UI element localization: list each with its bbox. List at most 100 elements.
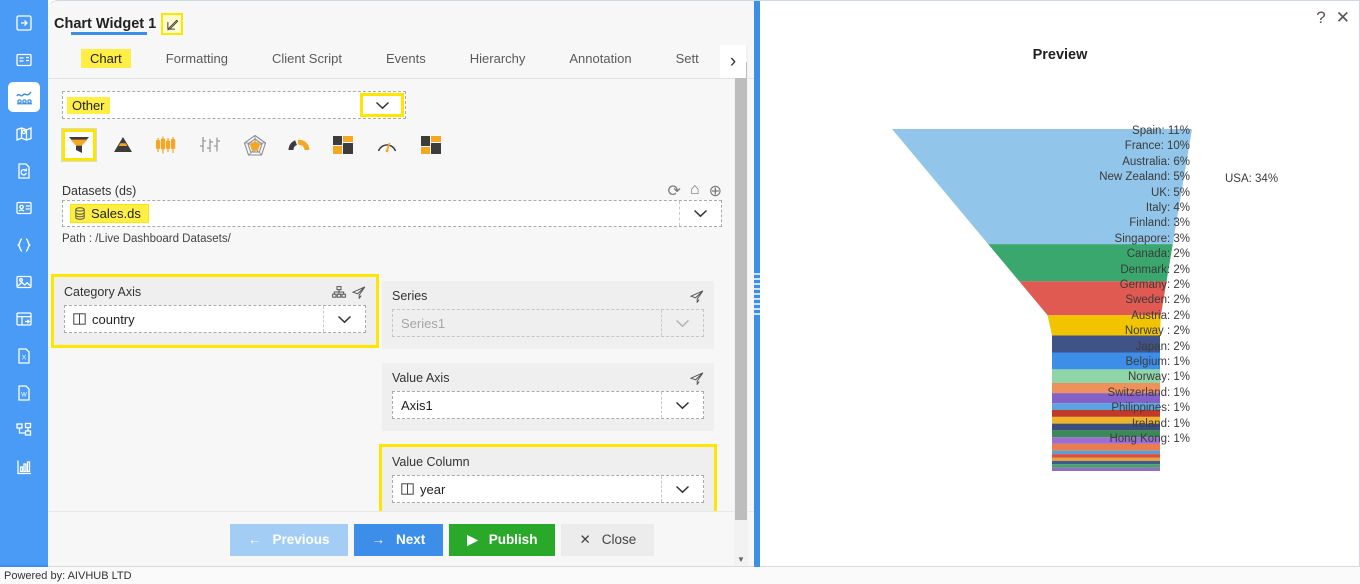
- line-chart-icon[interactable]: [8, 82, 40, 112]
- radar-chart-icon[interactable]: [238, 129, 272, 161]
- value-column-value: year: [420, 481, 446, 497]
- edit-title-button[interactable]: [161, 13, 184, 35]
- pane-splitter[interactable]: [754, 1, 760, 567]
- svg-text:X: X: [22, 354, 27, 361]
- chevron-down-icon: [675, 319, 690, 327]
- home-icon[interactable]: ⌂: [690, 181, 700, 201]
- excel-file-icon[interactable]: X: [8, 341, 40, 371]
- map-icon[interactable]: [8, 119, 40, 149]
- grid-table-icon[interactable]: [8, 304, 40, 334]
- category-axis-select[interactable]: country: [64, 305, 366, 333]
- tabs-scroll-right-button[interactable]: ›: [720, 45, 746, 78]
- send-icon[interactable]: [352, 285, 366, 299]
- send-icon[interactable]: [690, 371, 704, 385]
- tab-hierarchy[interactable]: Hierarchy: [448, 45, 548, 74]
- dataset-dropdown-button[interactable]: [679, 201, 721, 226]
- next-button[interactable]: → Next: [353, 523, 444, 556]
- datasets-label: Datasets (ds): [62, 184, 137, 198]
- scroll-down-arrow[interactable]: ▼: [734, 552, 748, 566]
- chart-category-combo[interactable]: Other: [62, 91, 406, 119]
- column-icon: [401, 483, 414, 495]
- funnel-segment: [1052, 464, 1160, 468]
- tilemap-chart-icon[interactable]: [414, 129, 448, 161]
- candlestick-chart-icon[interactable]: [150, 129, 184, 161]
- send-icon[interactable]: [690, 289, 704, 303]
- series-label: Series: [392, 289, 428, 303]
- value-column-select[interactable]: year: [392, 475, 704, 503]
- value-axis-select[interactable]: Axis1: [392, 391, 704, 419]
- splitter-grip[interactable]: [754, 273, 760, 317]
- series-select[interactable]: Series1: [392, 309, 704, 337]
- close-button-label: Close: [601, 532, 637, 547]
- pyramid-chart-icon[interactable]: [106, 129, 140, 161]
- treemap-chart-icon[interactable]: [326, 129, 360, 161]
- chart-type-strip: [62, 129, 448, 161]
- funnel-segment: [1052, 460, 1160, 465]
- funnel-segment-label: UK: 5%: [1151, 186, 1190, 199]
- funnel-segment-label: Switzerland: 1%: [1107, 386, 1190, 399]
- funnel-chart-icon[interactable]: [62, 129, 96, 161]
- tab-formatting[interactable]: Formatting: [144, 45, 250, 74]
- previous-button-label: Previous: [272, 532, 330, 547]
- help-icon[interactable]: ?: [1316, 9, 1325, 26]
- tab-bar: Chart Formatting Client Script Events Hi…: [48, 45, 760, 79]
- left-icon-rail: X W: [0, 0, 48, 568]
- funnel-segment-label: Italy: 4%: [1145, 202, 1190, 214]
- ohlc-chart-icon[interactable]: [194, 129, 228, 161]
- tab-annotation[interactable]: Annotation: [547, 45, 653, 74]
- funnel-segment: [1052, 450, 1160, 455]
- refresh-icon[interactable]: ⟳: [668, 181, 681, 201]
- category-axis-value: country: [92, 311, 135, 327]
- value-column-dropdown-button[interactable]: [661, 476, 703, 502]
- semi-gauge-chart-icon[interactable]: [282, 129, 316, 161]
- dataset-value: Sales.ds: [91, 206, 141, 221]
- series-card: Series Series1: [382, 281, 714, 349]
- series-dropdown-button[interactable]: [661, 310, 703, 336]
- close-button[interactable]: ✕ Close: [561, 523, 655, 556]
- chevron-down-icon: [375, 101, 389, 109]
- value-axis-dropdown-button[interactable]: [661, 392, 703, 418]
- bar-chart-icon[interactable]: [8, 452, 40, 482]
- funnel-chart: USA: 34% Spain: 11% France: 10% Australia: …: [760, 81, 1359, 541]
- arrow-in-box-icon[interactable]: [8, 8, 40, 38]
- edit-pencil-icon: [167, 19, 179, 31]
- page-title: Chart Widget 1: [54, 16, 157, 32]
- curly-braces-icon[interactable]: [8, 230, 40, 260]
- chart-category-dropdown-button[interactable]: [360, 93, 404, 117]
- funnel-segment-label: Spain: 11%: [1132, 125, 1190, 137]
- image-icon[interactable]: [8, 267, 40, 297]
- hierarchy-icon[interactable]: [332, 285, 346, 298]
- card-layout-icon[interactable]: [8, 45, 40, 75]
- gauge-chart-icon[interactable]: [370, 129, 404, 161]
- tab-settings[interactable]: Sett: [654, 45, 721, 74]
- funnel-segment: [1052, 457, 1160, 461]
- publish-button[interactable]: ▶ Publish: [449, 523, 556, 556]
- tab-events[interactable]: Events: [364, 45, 448, 74]
- contact-card-icon[interactable]: [8, 193, 40, 223]
- funnel-segment-label: Germany: 2%: [1119, 279, 1190, 291]
- config-pane-scrollbar[interactable]: ▲ ▼: [734, 46, 748, 566]
- chevron-down-icon: [675, 401, 690, 409]
- funnel-segment-label: Sweden: 2%: [1125, 294, 1190, 307]
- chevron-down-icon: [693, 209, 708, 218]
- funnel-segment-label: Canada: 2%: [1126, 248, 1190, 261]
- next-button-label: Next: [396, 532, 426, 547]
- category-axis-dropdown-button[interactable]: [323, 306, 365, 332]
- chart-category-value: Other: [67, 96, 110, 114]
- tree-structure-icon[interactable]: [8, 415, 40, 445]
- dataset-value-chip: Sales.ds: [70, 204, 149, 223]
- chart-widget-dialog: Chart Widget 1 Chart Formatting Client S…: [48, 0, 1360, 568]
- funnel-segment-label: Philippines: 1%: [1111, 402, 1190, 415]
- add-icon[interactable]: ⊕: [709, 181, 722, 201]
- series-placeholder: Series1: [401, 315, 446, 331]
- word-file-icon[interactable]: W: [8, 378, 40, 408]
- dataset-path-label: Path : /Live Dashboard Datasets/: [62, 233, 231, 245]
- tab-client-script[interactable]: Client Script: [250, 45, 364, 74]
- dataset-select[interactable]: Sales.ds: [62, 200, 722, 227]
- scrollbar-thumb[interactable]: [735, 62, 747, 520]
- tab-chart[interactable]: Chart: [81, 49, 131, 68]
- funnel-segment-label: Norway: 1%: [1128, 371, 1190, 384]
- file-refresh-icon[interactable]: [8, 156, 40, 186]
- close-icon[interactable]: ✕: [1336, 9, 1350, 26]
- previous-button[interactable]: ← Previous: [230, 523, 348, 556]
